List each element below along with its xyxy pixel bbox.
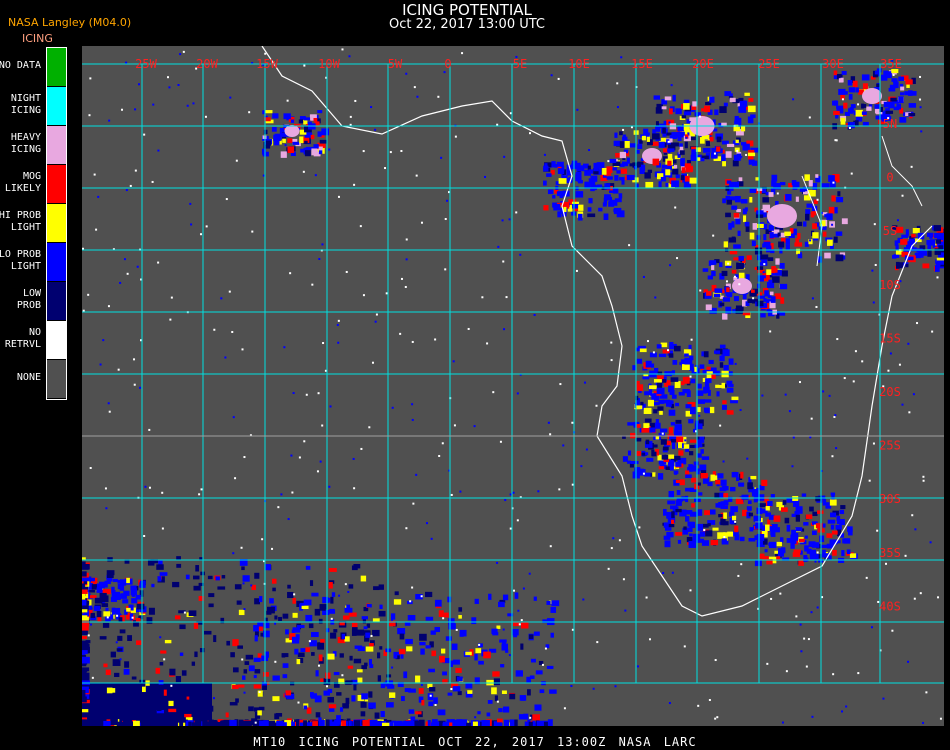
legend-label-line: LOW bbox=[22, 288, 41, 299]
longitude-label: 10W bbox=[318, 57, 340, 71]
icing-map: 25W 20W 15W 10W 5W 0 5E 10E 15E 20E 25E 30E 35E 5N 0 5S… bbox=[82, 46, 944, 726]
latitude-label: 25S bbox=[879, 439, 901, 453]
longitude-label: 25E bbox=[758, 57, 780, 71]
legend-swatch bbox=[47, 126, 66, 165]
legend-label: NO DATA bbox=[0, 60, 41, 72]
legend-label: NONE bbox=[17, 372, 41, 384]
legend-swatch bbox=[47, 204, 66, 243]
latitude-label: 0 bbox=[886, 171, 893, 185]
latitude-label: 5N bbox=[883, 117, 897, 131]
latitude-label: 15S bbox=[879, 331, 901, 345]
longitude-label: 30E bbox=[822, 57, 844, 71]
legend-label-line: NO DATA bbox=[0, 60, 41, 71]
legend-label-line: RETRVL bbox=[4, 339, 41, 350]
legend-label: HEAVY ICING bbox=[11, 132, 41, 156]
legend-swatch bbox=[47, 165, 66, 204]
legend-swatch bbox=[47, 282, 66, 321]
legend-label: LOW PROB bbox=[17, 288, 41, 312]
longitude-label: 20W bbox=[196, 57, 218, 71]
color-legend bbox=[46, 47, 67, 400]
latitude-label: 20S bbox=[879, 385, 901, 399]
legend-label-line: HEAVY bbox=[10, 132, 41, 143]
legend-label: NO RETRVL bbox=[5, 327, 41, 351]
latitude-label: 10S bbox=[879, 278, 901, 292]
legend-label-line: NO bbox=[28, 327, 41, 338]
producer-label: NASA Langley (M04.0) bbox=[8, 16, 132, 29]
legend-label-line: NONE bbox=[16, 372, 41, 383]
latitude-label: 40S bbox=[879, 599, 901, 613]
longitude-label: 5E bbox=[513, 57, 527, 71]
legend-label-line: LO PROB bbox=[0, 249, 41, 260]
legend-label-line: LIGHT bbox=[10, 261, 41, 272]
map-timestamp: Oct 22, 2017 13:00 UTC bbox=[389, 17, 545, 32]
longitude-label: 0 bbox=[444, 57, 451, 71]
longitude-label: 25W bbox=[135, 57, 157, 71]
legend-label: LO PROB LIGHT bbox=[0, 249, 41, 273]
legend-label-line: MOG bbox=[22, 171, 41, 182]
latitude-label: 35S bbox=[879, 546, 901, 560]
longitude-label: 35E bbox=[880, 57, 902, 71]
longitude-label: 5W bbox=[388, 57, 403, 71]
legend-label: NIGHT ICING bbox=[11, 93, 41, 117]
africa-coastline bbox=[261, 46, 933, 617]
longitude-label: 20E bbox=[692, 57, 714, 71]
legend-title: ICING bbox=[22, 32, 53, 45]
legend-swatch bbox=[47, 48, 66, 87]
legend-label-line: ICING bbox=[10, 144, 41, 155]
legend-label-line: ICING bbox=[10, 105, 41, 116]
legend-swatch bbox=[47, 360, 66, 399]
legend-label-line: HI PROB bbox=[0, 210, 41, 221]
legend-label-line: LIKELY bbox=[4, 183, 41, 194]
legend-swatch bbox=[47, 87, 66, 126]
legend-swatch bbox=[47, 243, 66, 282]
longitude-label: 15W bbox=[256, 57, 278, 71]
longitude-label: 15E bbox=[631, 57, 653, 71]
legend-swatch bbox=[47, 321, 66, 360]
legend-label: HI PROB LIGHT bbox=[0, 210, 41, 234]
latitude-label: 30S bbox=[879, 492, 901, 506]
longitude-label: 10E bbox=[568, 57, 590, 71]
map-canvas: 25W 20W 15W 10W 5W 0 5E 10E 15E 20E 25E 30E 35E 5N 0 5S… bbox=[82, 46, 944, 726]
legend-label-line: PROB bbox=[16, 300, 41, 311]
latitude-label: 5S bbox=[883, 224, 897, 238]
legend-label-line: NIGHT bbox=[10, 93, 41, 104]
legend-label-line: LIGHT bbox=[10, 222, 41, 233]
inland-water-outline bbox=[801, 135, 923, 267]
footer-caption: MT10 ICING POTENTIAL OCT 22, 2017 13:00Z… bbox=[253, 735, 697, 749]
legend-label: MOG LIKELY bbox=[5, 171, 41, 195]
